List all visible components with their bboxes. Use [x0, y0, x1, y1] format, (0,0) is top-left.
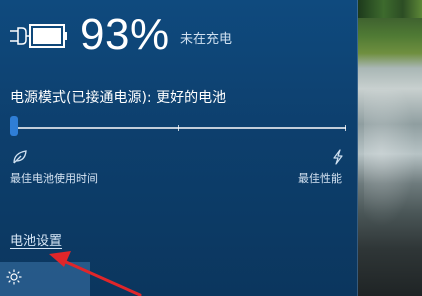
power-mode-slider-thumb[interactable]: [10, 116, 18, 136]
best-battery-label: 最佳电池使用时间: [10, 172, 98, 185]
lightning-icon: [333, 149, 343, 165]
desktop-wallpaper: [358, 0, 422, 296]
battery-percentage: 93%: [80, 10, 170, 59]
charging-status: 未在充电: [180, 32, 233, 47]
annotation-arrow: [49, 251, 142, 296]
best-performance-label: 最佳性能: [298, 172, 342, 185]
power-mode-slider-track[interactable]: [14, 127, 346, 129]
brightness-icon: [6, 269, 22, 285]
power-mode-title: 电源模式(已接通电源): 更好的电池: [10, 90, 227, 106]
slider-tick: [178, 125, 179, 131]
slider-tick: [345, 125, 346, 131]
battery-plugged-icon: [10, 24, 67, 48]
leaf-icon: [13, 150, 27, 164]
